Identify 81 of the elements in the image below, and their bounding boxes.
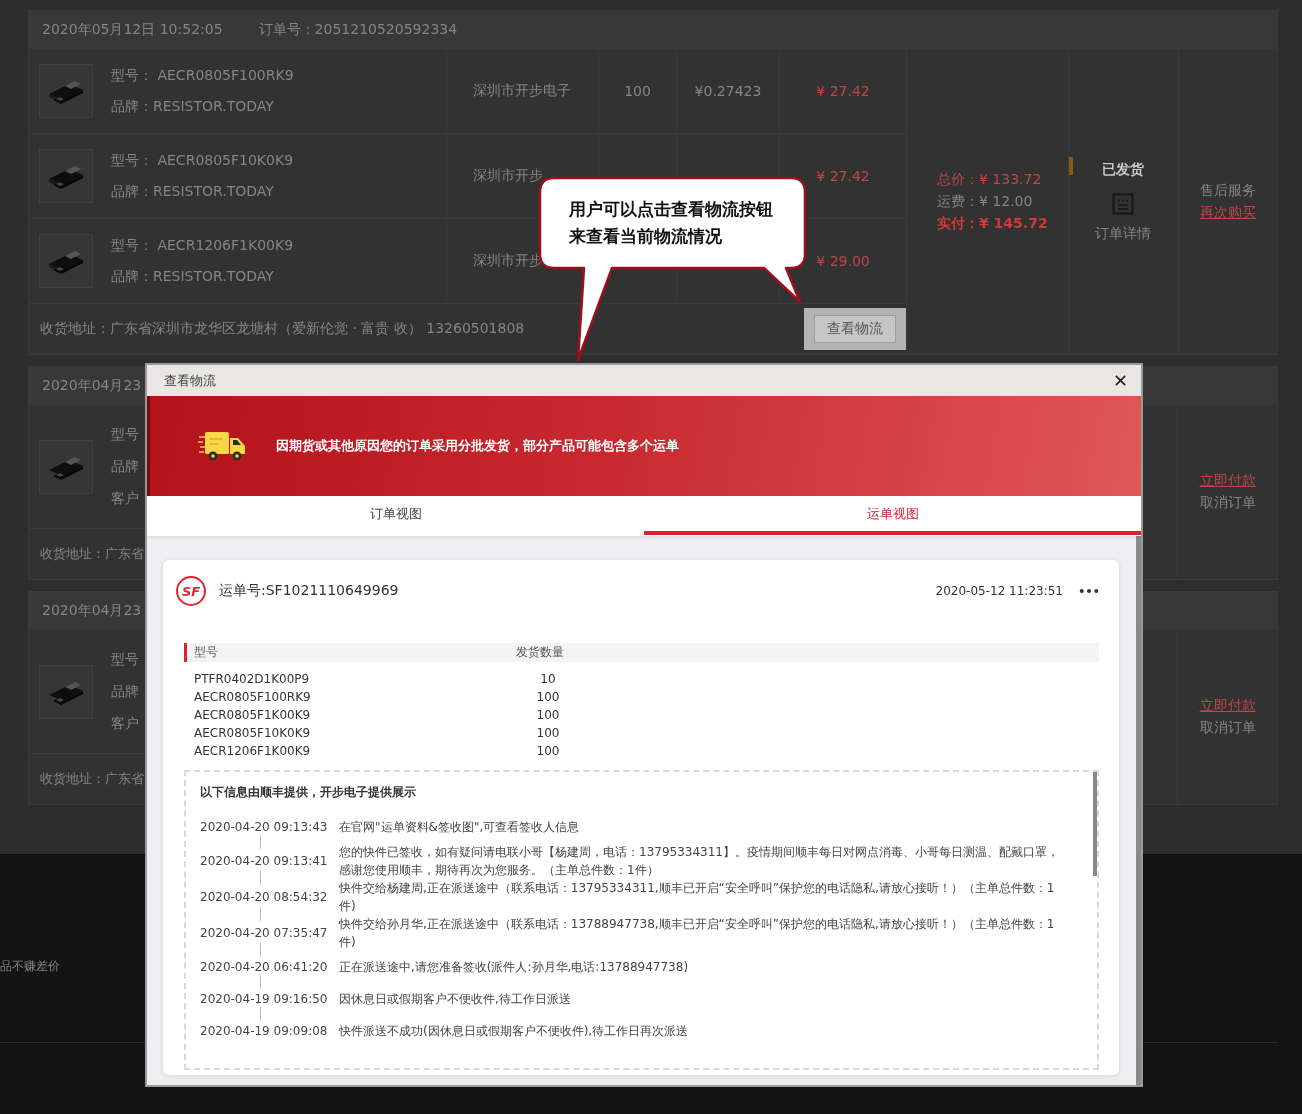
tracking-title: 以下信息由顺丰提供，开步电子提供展示 [200,784,417,801]
model-text: 型号： AECR0805F100RK9 [111,66,295,85]
field-label: 品牌 [111,457,139,476]
event-time: 2020-04-19 09:09:08 [200,1024,329,1038]
table-cell-text: AECR0805F1K00K9 [193,708,312,722]
table-cell-text: PTFR0402D1K00P9 [193,672,311,686]
table-cell-text: 100 [535,726,561,740]
event-text: 快件交给杨建周,正在派送途中（联系电话：13795334311,顺丰已开启“安全呼叫”保护您的电话隐私,请放心接听！）（主单总件数：1件) [339,880,1056,915]
order-action[interactable]: 再次购买 [1199,203,1256,222]
supplier-text: 深圳市开步电子 [473,82,571,100]
field-label: 客户 [111,714,139,733]
document-icon[interactable] [1112,192,1135,215]
event-time: 2020-04-20 07:35:47 [200,926,329,940]
table-cell-text: 100 [535,708,561,722]
total-line: 总价：¥ 133.72 [937,170,1043,189]
table-cell-text: 100 [535,744,561,758]
table-cell-text: AECR0805F10K0K9 [193,726,312,740]
subtotal-price: ¥ 29.00 [816,253,870,269]
order-action[interactable]: 取消订单 [1199,719,1256,737]
order-date: 2020年04月23 [42,602,142,620]
event-text: 在官网"运单资料&签收图",可查看签收人信息 [339,819,581,836]
column-header: 发货数量 [515,644,565,661]
shipping-address: 收货地址：广东省 [40,545,144,563]
unit-price: ¥0.27423 [694,83,762,99]
subtotal-price: ¥ 27.42 [816,83,870,99]
footer-text: 品不赚差价 [0,958,60,975]
truck-icon [198,429,248,463]
field-label: 型号 [111,650,139,669]
order-action[interactable]: 立即付款 [1199,472,1256,490]
order-date: 2020年05月12日 10:52:05 [42,21,223,39]
model-text: 型号： AECR1206F1K00K9 [111,236,295,255]
supplier-text: 深圳市开步 [473,167,543,185]
courier-logo: SF [176,576,206,606]
shipping-address: 收货地址：广东省 [40,770,144,788]
event-time: 2020-04-20 09:13:41 [200,854,329,868]
close-icon[interactable] [1114,374,1127,387]
waybill-number: 运单号:SF1021110649969 [219,582,399,600]
order-status: 已发货 [1102,160,1145,179]
brand-text: 品牌：RESISTOR.TODAY [111,97,275,116]
event-text: 因休息日或假期客户不便收件,待工作日派送 [339,991,572,1008]
status-marker [1069,157,1074,175]
event-text: 您的快件已签收，如有疑问请电联小哥【杨建周，电话：13795334311】。疫情期间顺丰每日对网点消毒、小哥每日测温、配戴口罩，感谢您使用顺丰，期待再次为您服务。（主单总件数：1件） [339,844,1059,879]
view-tab[interactable]: 订单视图 [147,496,644,535]
waybill-time: 2020-05-12 11:23:51 [935,584,1063,598]
order-date: 2020年04月23 [42,377,142,395]
field-label: 客户 [111,489,139,508]
brand-text: 品牌：RESISTOR.TODAY [111,267,275,286]
model-text: 型号： AECR0805F10K0K9 [111,151,295,170]
shipping-address: 收货地址：广东省深圳市龙华区龙塘村（爱新伦觉 · 富贵 收） 13260501808 [40,320,525,338]
more-icon[interactable] [1079,588,1099,594]
event-text: 快件派送不成功(因休息日或假期客户不便收件),待工作日再次派送 [339,1023,690,1040]
table-cell-text: 100 [535,690,561,704]
scrollbar[interactable] [1136,536,1141,1085]
subtotal-price: ¥ 27.42 [816,168,870,184]
event-time: 2020-04-20 09:13:43 [200,820,329,834]
event-time: 2020-04-20 08:54:32 [200,890,329,904]
view-logistics-button[interactable]: 查看物流 [814,315,896,343]
total-line: 实付：¥ 145.72 [937,214,1049,233]
order-number: 订单号：2051210520592334 [258,21,458,39]
table-cell-text: AECR1206F1K00K9 [193,744,312,758]
quantity-text: 100 [624,83,651,99]
scrollbar[interactable] [1093,772,1097,876]
dialog-title: 查看物流 [164,371,216,390]
field-label: 品牌 [111,682,139,701]
table-cell-text: 10 [539,672,557,686]
notice-text: 因期货或其他原因您的订单采用分批发货，部分产品可能包含多个运单 [276,437,679,455]
order-details-link[interactable]: 订单详情 [1095,224,1152,243]
order-action[interactable]: 售后服务 [1199,181,1256,200]
order-action[interactable]: 取消订单 [1199,494,1256,512]
order-action[interactable]: 立即付款 [1199,697,1256,715]
event-time: 2020-04-19 09:16:50 [200,992,329,1006]
field-label: 型号 [111,425,139,444]
event-text: 正在派送途中,请您准备签收(派件人:孙月华,电话:13788947738) [339,959,690,976]
column-header: 型号 [193,644,219,661]
brand-text: 品牌：RESISTOR.TODAY [111,182,275,201]
view-tab[interactable]: 运单视图 [644,496,1141,535]
event-time: 2020-04-20 06:41:20 [200,960,329,974]
table-cell-text: AECR0805F100RK9 [193,690,312,704]
total-line: 运费：¥ 12.00 [937,192,1034,211]
callout-text: 用户可以点击查看物流按钮 来查看当前物流情况 [569,198,773,248]
event-text: 快件交给孙月华,正在派送途中（联系电话：13788947738,顺丰已开启“安全呼叫”保护您的电话隐私,请放心接听！）（主单总件数：1件) [339,916,1056,951]
